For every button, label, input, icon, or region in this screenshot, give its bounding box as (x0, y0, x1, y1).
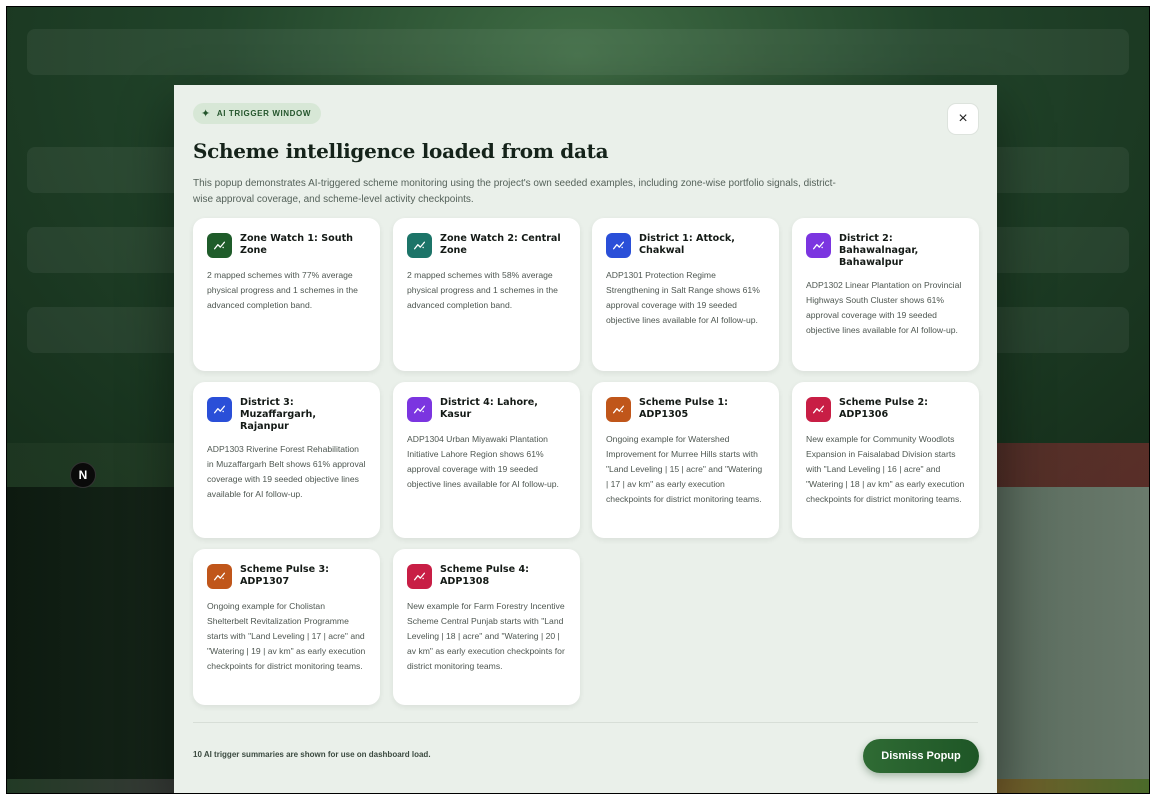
card-title: Scheme Pulse 2: ADP1306 (839, 397, 928, 420)
card-body: Ongoing example for Watershed Improvemen… (606, 434, 763, 504)
trend-glyph (213, 572, 226, 581)
card-body: ADP1302 Linear Plantation on Provincial … (806, 280, 962, 335)
summary-card: District 2: Bahawalnagar, Bahawalpur ADP… (792, 218, 979, 371)
trend-glyph (413, 405, 426, 414)
card-title: Scheme Pulse 4: ADP1308 (440, 564, 529, 587)
card-body: New example for Farm Forestry Incentive … (407, 601, 565, 671)
close-icon: × (958, 110, 968, 127)
close-button[interactable]: × (947, 103, 979, 135)
trend-icon (806, 397, 831, 422)
card-body: ADP1301 Protection Regime Strengthening … (606, 270, 760, 325)
footer-note: 10 AI trigger summaries are shown for us… (193, 750, 431, 759)
card-body: 2 mapped schemes with 58% average physic… (407, 270, 558, 310)
trend-glyph (612, 241, 625, 250)
trend-glyph (413, 572, 426, 581)
trend-icon (207, 233, 232, 258)
trend-icon (606, 397, 631, 422)
card-body: 2 mapped schemes with 77% average physic… (207, 270, 358, 310)
trend-icon (407, 397, 432, 422)
trend-icon (606, 233, 631, 258)
card-title: District 4: Lahore, Kasur (440, 397, 538, 420)
summary-card: Scheme Pulse 2: ADP1306 New example for … (792, 382, 979, 538)
sparkle-icon: ✦ (201, 108, 211, 120)
card-title: District 1: Attock, Chakwal (639, 233, 735, 256)
card-title: Zone Watch 1: South Zone (240, 233, 353, 256)
dismiss-popup-button[interactable]: Dismiss Popup (863, 739, 979, 773)
trend-glyph (612, 405, 625, 414)
summary-card: District 3: Muzaffargarh, Rajanpur ADP13… (193, 382, 380, 538)
trend-icon (207, 564, 232, 589)
ai-trigger-label: AI TRIGGER WINDOW (216, 109, 312, 118)
summary-card: Scheme Pulse 1: ADP1305 Ongoing example … (592, 382, 779, 538)
ai-trigger-pill: ✦ AI TRIGGER WINDOW (193, 103, 322, 124)
footer-divider (193, 722, 978, 723)
trend-icon (407, 233, 432, 258)
dev-badge[interactable]: N (70, 462, 96, 488)
card-title: Scheme Pulse 1: ADP1305 (639, 397, 728, 420)
trend-glyph (413, 241, 426, 250)
trend-glyph (812, 241, 825, 250)
card-body: ADP1304 Urban Miyawaki Plantation Initia… (407, 434, 559, 489)
card-title: Scheme Pulse 3: ADP1307 (240, 564, 329, 587)
summary-card: District 4: Lahore, Kasur ADP1304 Urban … (393, 382, 580, 538)
app-viewport: N ✦ AI TRIGGER WINDOW × Scheme intellige… (6, 6, 1150, 794)
card-title: Zone Watch 2: Central Zone (440, 233, 561, 256)
summary-card: Zone Watch 2: Central Zone 2 mapped sche… (393, 218, 580, 371)
summary-card: Scheme Pulse 3: ADP1307 Ongoing example … (193, 549, 380, 705)
trend-icon (207, 397, 232, 422)
trend-glyph (213, 241, 226, 250)
card-body: Ongoing example for Cholistan Shelterbel… (207, 601, 366, 671)
summary-card: District 1: Attock, Chakwal ADP1301 Prot… (592, 218, 779, 371)
trend-icon (806, 233, 831, 258)
modal-title: Scheme intelligence loaded from data (193, 139, 609, 163)
card-title: District 3: Muzaffargarh, Rajanpur (240, 397, 316, 432)
trend-icon (407, 564, 432, 589)
card-body: New example for Community Woodlots Expan… (806, 434, 965, 504)
modal-description: This popup demonstrates AI-triggered sch… (193, 178, 836, 205)
trend-glyph (812, 405, 825, 414)
card-title: District 2: Bahawalnagar, Bahawalpur (839, 233, 919, 268)
trend-glyph (213, 405, 226, 414)
background-blur-row (27, 29, 1129, 75)
card-body: ADP1303 Riverine Forest Rehabilitation i… (207, 444, 366, 499)
summary-card: Zone Watch 1: South Zone 2 mapped scheme… (193, 218, 380, 371)
summary-card: Scheme Pulse 4: ADP1308 New example for … (393, 549, 580, 705)
ai-trigger-modal: ✦ AI TRIGGER WINDOW × Scheme intelligenc… (174, 85, 997, 793)
